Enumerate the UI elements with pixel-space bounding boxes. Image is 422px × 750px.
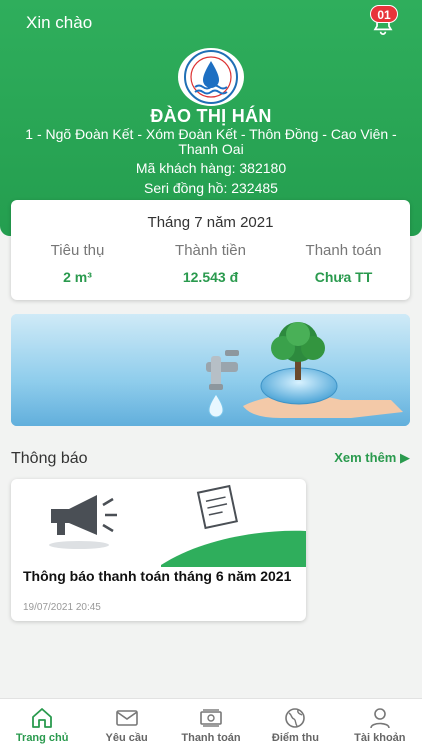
customer-code: Mã khách hàng: 382180 (135, 160, 287, 176)
bill-payment: Thanh toán Chưa TT (277, 242, 410, 285)
banner-illustration (11, 314, 410, 426)
notices-section-title: Thông báo (11, 450, 88, 467)
consumption-label: Tiêu thụ (50, 242, 105, 259)
amount-value: 12.543 đ (182, 269, 239, 285)
bottom-navigation: Trang chủ Yêu cầu Thanh toán Điểm thu Tà… (0, 698, 422, 750)
bill-amount: Thành tiền 12.543 đ (144, 242, 277, 285)
notice-card[interactable]: Thông báo thanh toán tháng 6 năm 2021 19… (11, 479, 306, 621)
money-icon[interactable] (199, 707, 223, 729)
nav-label-requests[interactable]: Yêu cầu (106, 732, 148, 744)
greeting: Xin chào (26, 13, 93, 32)
see-more-link[interactable]: Xem thêm ▶ (334, 450, 410, 466)
user-icon[interactable] (368, 707, 392, 729)
customer-address: 1 - Ngõ Đoàn Kết - Xóm Đoàn Kết - Thôn Đ… (25, 126, 397, 157)
notice-date: 19/07/2021 20:45 (23, 602, 101, 613)
bill-period: Tháng 7 năm 2021 (147, 214, 274, 231)
see-more-label[interactable]: Xem thêm (334, 450, 396, 465)
bill-consumption: Tiêu thụ 2 m³ (11, 242, 144, 285)
nav-item-account[interactable]: Tài khoản (338, 699, 422, 750)
home-icon[interactable] (30, 707, 54, 729)
bill-summary-card[interactable]: Tháng 7 năm 2021 Tiêu thụ 2 m³ Thành tiề… (11, 200, 410, 300)
payment-status: Chưa TT (314, 269, 373, 285)
nav-label-home[interactable]: Trang chủ (16, 732, 69, 744)
company-logo (178, 48, 244, 106)
globe-icon[interactable] (283, 707, 307, 729)
promo-banner[interactable] (11, 314, 410, 426)
arrow-right-icon[interactable]: ▶ (400, 450, 410, 465)
nav-label-collection-points[interactable]: Điểm thu (272, 732, 319, 744)
nav-item-payment[interactable]: Thanh toán (169, 699, 253, 750)
nav-label-payment[interactable]: Thanh toán (181, 732, 240, 744)
amount-label: Thành tiền (175, 242, 246, 259)
notice-title[interactable]: Thông báo thanh toán tháng 6 năm 2021 (23, 568, 298, 584)
nav-item-requests[interactable]: Yêu cầu (84, 699, 168, 750)
notification-badge[interactable]: 01 (370, 5, 398, 23)
notice-illustration (49, 484, 306, 567)
customer-name: ĐÀO THỊ HÁN (150, 106, 272, 126)
mail-icon[interactable] (115, 707, 139, 729)
nav-label-account[interactable]: Tài khoản (354, 732, 405, 744)
nav-item-home[interactable]: Trang chủ (0, 699, 84, 750)
meter-serial: Seri đồng hồ: 232485 (144, 180, 278, 196)
consumption-value: 2 m³ (63, 269, 92, 285)
payment-label: Thanh toán (305, 242, 382, 259)
nav-item-collection-points[interactable]: Điểm thu (253, 699, 337, 750)
